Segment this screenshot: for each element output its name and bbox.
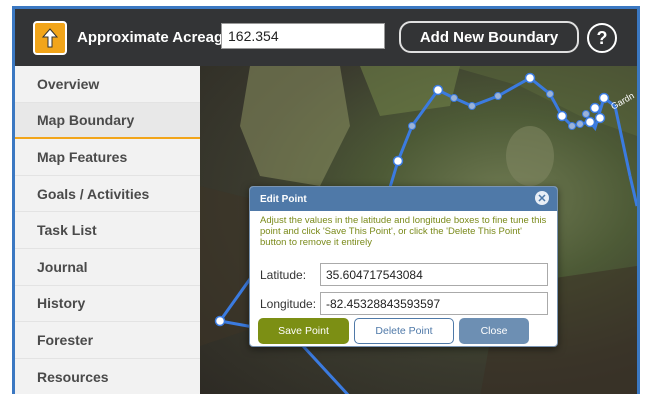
add-new-boundary-button[interactable]: Add New Boundary (399, 21, 579, 53)
sidebar-item-goals-activities[interactable]: Goals / Activities (15, 176, 200, 213)
longitude-input[interactable] (320, 292, 548, 315)
sidebar-item-history[interactable]: History (15, 286, 200, 323)
dialog-help-text: Adjust the values in the latitude and lo… (260, 215, 547, 248)
sidebar-item-task-list[interactable]: Task List (15, 212, 200, 249)
upload-arrow-icon (41, 28, 59, 48)
save-point-button[interactable]: Save Point (258, 318, 349, 344)
upload-button[interactable] (33, 21, 67, 55)
latitude-label: Latitude: (260, 268, 307, 282)
sidebar: Overview Map Boundary Map Features Goals… (15, 66, 201, 394)
sidebar-item-forester[interactable]: Forester (15, 322, 200, 359)
top-toolbar: Approximate Acreage: Add New Boundary ? (15, 9, 637, 66)
edit-point-dialog: Edit Point ✕ Adjust the values in the la… (249, 186, 558, 347)
acreage-input[interactable] (221, 23, 385, 49)
latitude-row: Latitude: (260, 263, 548, 287)
sidebar-item-overview[interactable]: Overview (15, 66, 200, 103)
help-icon[interactable]: ? (587, 23, 617, 53)
delete-point-button[interactable]: Delete Point (354, 318, 454, 344)
dialog-title: Edit Point (260, 193, 307, 205)
close-button[interactable]: Close (459, 318, 529, 344)
longitude-row: Longitude: (260, 292, 548, 316)
sidebar-item-resources[interactable]: Resources (15, 359, 200, 394)
close-icon[interactable]: ✕ (535, 191, 549, 205)
acreage-label: Approximate Acreage: (77, 29, 237, 46)
sidebar-item-map-features[interactable]: Map Features (15, 139, 200, 176)
sidebar-item-map-boundary[interactable]: Map Boundary (15, 102, 200, 140)
latitude-input[interactable] (320, 263, 548, 286)
longitude-label: Longitude: (260, 297, 317, 311)
sidebar-item-journal[interactable]: Journal (15, 249, 200, 286)
dialog-header: Edit Point ✕ (250, 187, 557, 211)
